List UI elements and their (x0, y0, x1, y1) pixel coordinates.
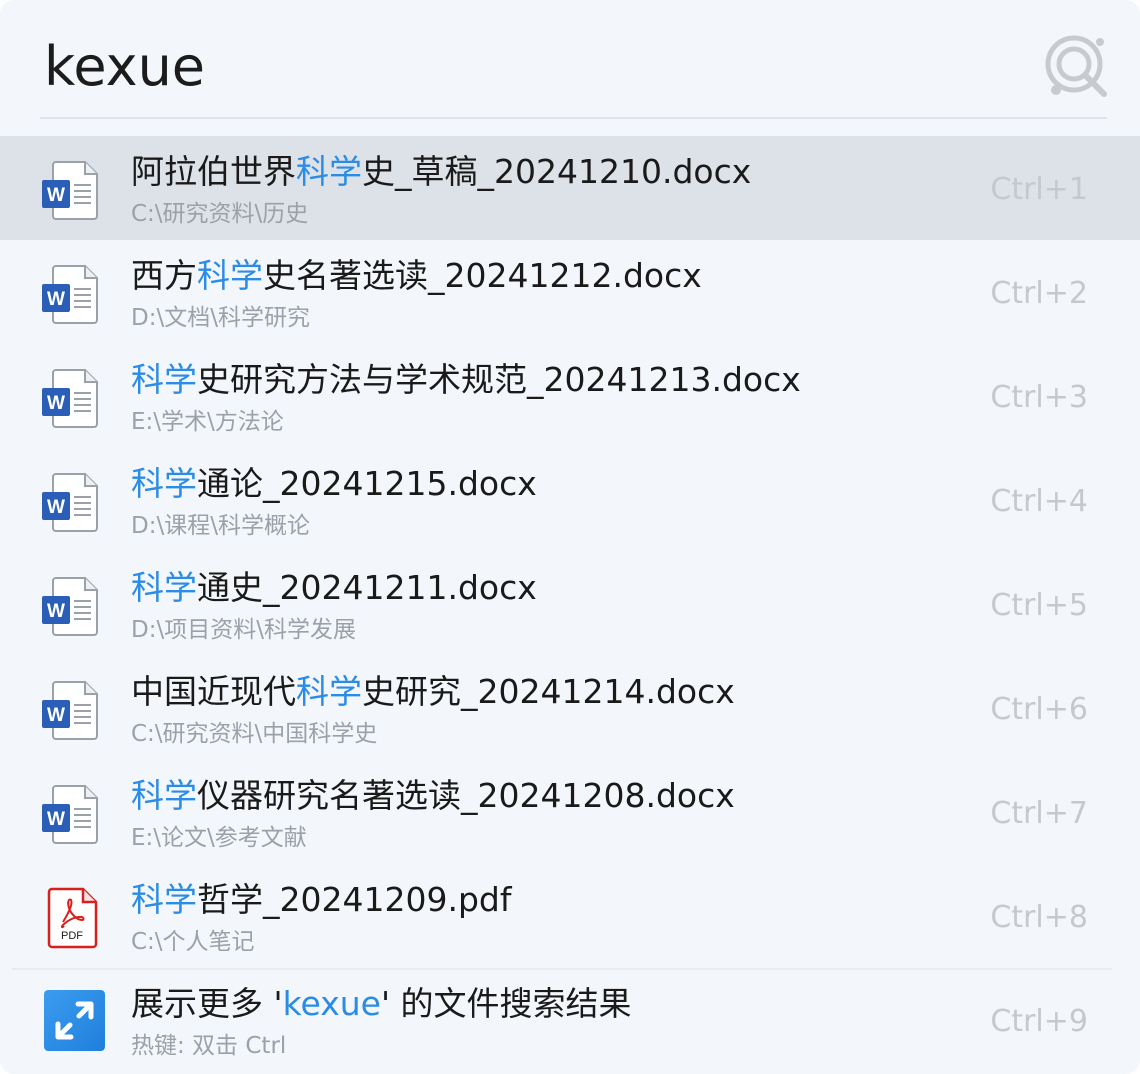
shortcut-label: Ctrl+5 (990, 588, 1088, 623)
shortcut-label: Ctrl+7 (990, 796, 1088, 831)
result-row[interactable]: W 科学仪器研究名著选读_20241208.docx E:\论文\参考文献 Ctrl+… (0, 760, 1140, 864)
result-row[interactable]: W 科学通论_20241215.docx D:\课程\科学概论 Ctrl+4 (0, 448, 1140, 552)
file-name-match: 科学 (296, 152, 362, 191)
word-file-icon: W (42, 577, 98, 636)
show-more-hotkey-hint: 热键: 双击 Ctrl (131, 1033, 287, 1059)
shortcut-label: Ctrl+4 (990, 484, 1088, 519)
file-name-prefix: 中国近现代 (131, 672, 296, 711)
pdf-file-icon: PDF (47, 887, 98, 949)
result-file-name: 科学通史_20241211.docx (131, 566, 537, 610)
file-name-match: 科学 (131, 360, 197, 399)
result-file-path: C:\研究资料\历史 (131, 201, 309, 227)
file-name-suffix: 史研究方法与学术规范_20241213.docx (197, 360, 801, 399)
result-file-name: 科学哲学_20241209.pdf (131, 878, 511, 922)
file-name-suffix: 通史_20241211.docx (197, 568, 537, 607)
file-name-match: 科学 (131, 880, 197, 919)
word-badge-label: W (47, 393, 65, 414)
result-file-name: 中国近现代科学史研究_20241214.docx (131, 670, 735, 714)
file-name-prefix: 阿拉伯世界 (131, 152, 296, 191)
result-file-path: E:\学术\方法论 (131, 409, 284, 435)
file-name-suffix: 仪器研究名著选读_20241208.docx (197, 776, 735, 815)
word-file-icon: W (42, 265, 98, 324)
file-name-match: 科学 (131, 464, 197, 503)
result-file-name: 科学史研究方法与学术规范_20241213.docx (131, 358, 801, 402)
expand-icon (44, 990, 105, 1051)
shortcut-label: Ctrl+6 (990, 692, 1088, 727)
search-input[interactable] (44, 28, 1004, 104)
pdf-badge-label: PDF (61, 930, 83, 942)
result-file-name: 科学仪器研究名著选读_20241208.docx (131, 774, 735, 818)
search-panel: W阿拉伯世界科学史_草稿_20241210.docxC:\研究资料\历史Ctrl… (0, 0, 1140, 1074)
result-row[interactable]: W 科学史研究方法与学术规范_20241213.docx E:\学术\方法论 Ctrl… (0, 344, 1140, 448)
result-file-path: E:\论文\参考文献 (131, 825, 307, 851)
search-divider (40, 117, 1107, 119)
shortcut-label: Ctrl+8 (990, 900, 1088, 935)
result-file-path: D:\文档\科学研究 (131, 305, 310, 331)
result-file-name: 西方科学史名著选读_20241212.docx (131, 254, 702, 298)
word-badge-label: W (47, 497, 65, 518)
shortcut-label: Ctrl+3 (990, 380, 1088, 415)
word-file-icon: W (42, 681, 98, 740)
show-more-results[interactable]: 展示更多 'kexue' 的文件搜索结果 热键: 双击 Ctrl Ctrl+9 (0, 968, 1140, 1074)
result-row[interactable]: W 中国近现代科学史研究_20241214.docx C:\研究资料\中国科学史 Ct… (0, 656, 1140, 760)
file-name-suffix: 哲学_20241209.pdf (197, 880, 512, 919)
result-file-path: D:\项目资料\科学发展 (131, 617, 356, 643)
file-name-suffix: 史名著选读_20241212.docx (263, 256, 702, 295)
result-row[interactable]: W 西方科学史名著选读_20241212.docx D:\文档\科学研究 Ctrl+2 (0, 240, 1140, 344)
result-file-path: D:\课程\科学概论 (131, 513, 310, 539)
shortcut-label: Ctrl+9 (990, 1004, 1088, 1039)
file-name-match: 科学 (296, 672, 362, 711)
result-row[interactable]: PDF 科学哲学_20241209.pdf C:\个人笔记 Ctrl+8 (0, 864, 1140, 968)
file-name-match: 科学 (131, 568, 197, 607)
file-name-suffix: 通论_20241215.docx (197, 464, 537, 503)
show-more-suffix: ' 的文件搜索结果 (380, 984, 632, 1023)
shortcut-label: Ctrl+2 (990, 276, 1088, 311)
file-name-match: 科学 (131, 776, 197, 815)
show-more-title: 展示更多 'kexue' 的文件搜索结果 (131, 982, 632, 1026)
word-file-icon: W (42, 785, 98, 844)
word-badge-label: W (47, 185, 65, 206)
show-more-prefix: 展示更多 ' (131, 984, 283, 1023)
word-badge-label: W (47, 809, 65, 830)
shortcut-label: Ctrl+1 (990, 172, 1088, 207)
result-row[interactable]: W 科学通史_20241211.docx D:\项目资料\科学发展 Ctrl+5 (0, 552, 1140, 656)
search-bar (0, 0, 1140, 118)
search-logo-icon[interactable] (1040, 30, 1112, 102)
word-file-icon: W (42, 473, 98, 532)
result-row[interactable]: W 阿拉伯世界科学史_草稿_20241210.docx C:\研究资料\历史 Ctrl… (0, 136, 1140, 240)
file-name-match: 科学 (197, 256, 263, 295)
result-file-name: 阿拉伯世界科学史_草稿_20241210.docx (131, 150, 751, 194)
result-file-name: 科学通论_20241215.docx (131, 462, 537, 506)
show-more-query: kexue (282, 984, 381, 1023)
result-file-path: C:\研究资料\中国科学史 (131, 721, 378, 747)
word-badge-label: W (47, 601, 65, 622)
word-file-icon: W (42, 161, 98, 220)
word-badge-label: W (47, 289, 65, 310)
file-name-suffix: 史_草稿_20241210.docx (362, 152, 752, 191)
word-badge-label: W (47, 705, 65, 726)
file-name-suffix: 史研究_20241214.docx (362, 672, 735, 711)
word-file-icon: W (42, 369, 98, 428)
result-file-path: C:\个人笔记 (131, 929, 255, 955)
file-name-prefix: 西方 (131, 256, 197, 295)
results-list: W 阿拉伯世界科学史_草稿_20241210.docx C:\研究资料\历史 Ctrl… (0, 136, 1140, 968)
